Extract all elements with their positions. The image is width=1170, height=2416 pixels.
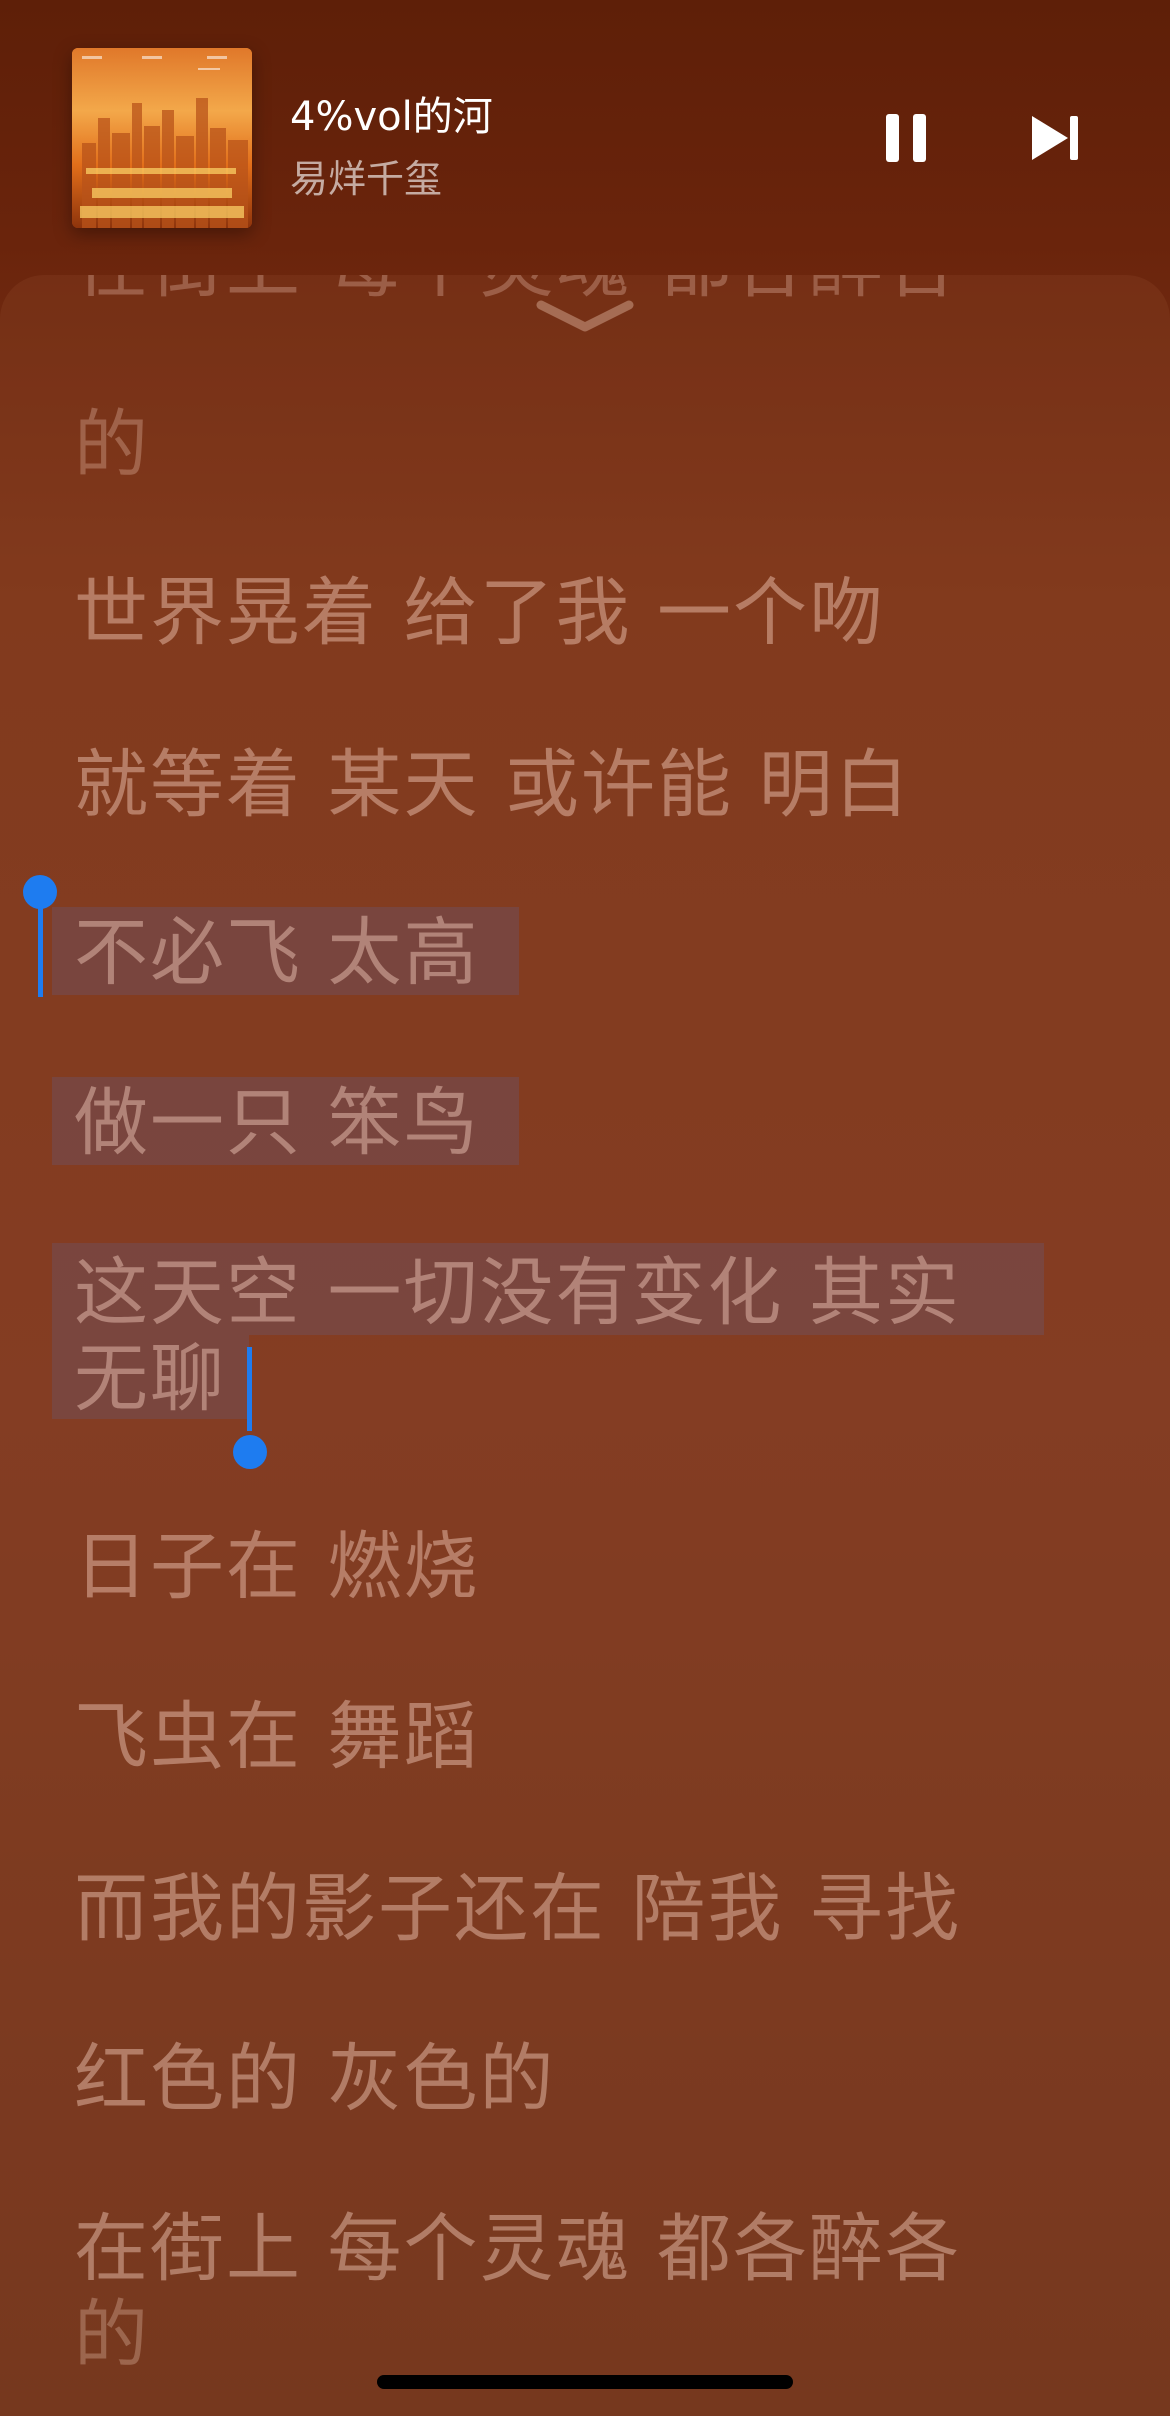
lyric-line-selected[interactable]: 这天空 一切没有变化 其实	[74, 1245, 1074, 1341]
lyric-line[interactable]: 飞虫在 舞蹈	[74, 1689, 1074, 1785]
lyric-line[interactable]: 世界晃着 给了我 一个吻	[74, 565, 1074, 661]
lyric-line-selected[interactable]: 做一只 笨鸟	[74, 1075, 1074, 1171]
selection-start-caret	[38, 893, 43, 997]
lyric-line[interactable]: 而我的影子还在 陪我 寻找	[74, 1861, 1074, 1957]
album-art[interactable]	[72, 48, 252, 228]
pause-icon	[886, 114, 926, 162]
next-track-icon	[1032, 116, 1078, 160]
selection-end-caret	[247, 1347, 252, 1431]
mini-player[interactable]: 4%vol的河 易烊千玺	[0, 0, 1170, 270]
lyric-line[interactable]: 在街上 每个灵魂 都各醉各	[74, 2201, 1074, 2297]
next-track-button[interactable]	[1024, 106, 1088, 170]
lyric-line[interactable]: 就等着 某天 或许能 明白	[74, 737, 1074, 833]
track-artist: 易烊千玺	[290, 157, 443, 201]
lyric-line[interactable]: 红色的 灰色的	[74, 2031, 1074, 2127]
lyrics-panel[interactable]: 在街上 每个灵魂 都各醉各 的 世界晃着 给了我 一个吻 就等着 某天 或许能 …	[0, 275, 1170, 2416]
lyric-line[interactable]: 的	[74, 397, 1074, 493]
selection-end-handle[interactable]	[233, 1435, 267, 1469]
lyric-line-partial[interactable]: 在街上 每个灵魂 都各醉各	[74, 275, 1074, 313]
lyric-line[interactable]: 日子在 燃烧	[74, 1519, 1074, 1615]
pause-button[interactable]	[874, 106, 938, 170]
lyric-line-selected[interactable]: 不必飞 太高	[74, 905, 1074, 1001]
home-indicator[interactable]	[377, 2375, 793, 2389]
lyric-line[interactable]: 的	[74, 2287, 1074, 2383]
lyric-line-selected[interactable]: 无聊	[74, 1331, 1074, 1427]
album-cover-city-skyline-icon	[72, 48, 252, 228]
track-title: 4%vol的河	[290, 94, 493, 140]
